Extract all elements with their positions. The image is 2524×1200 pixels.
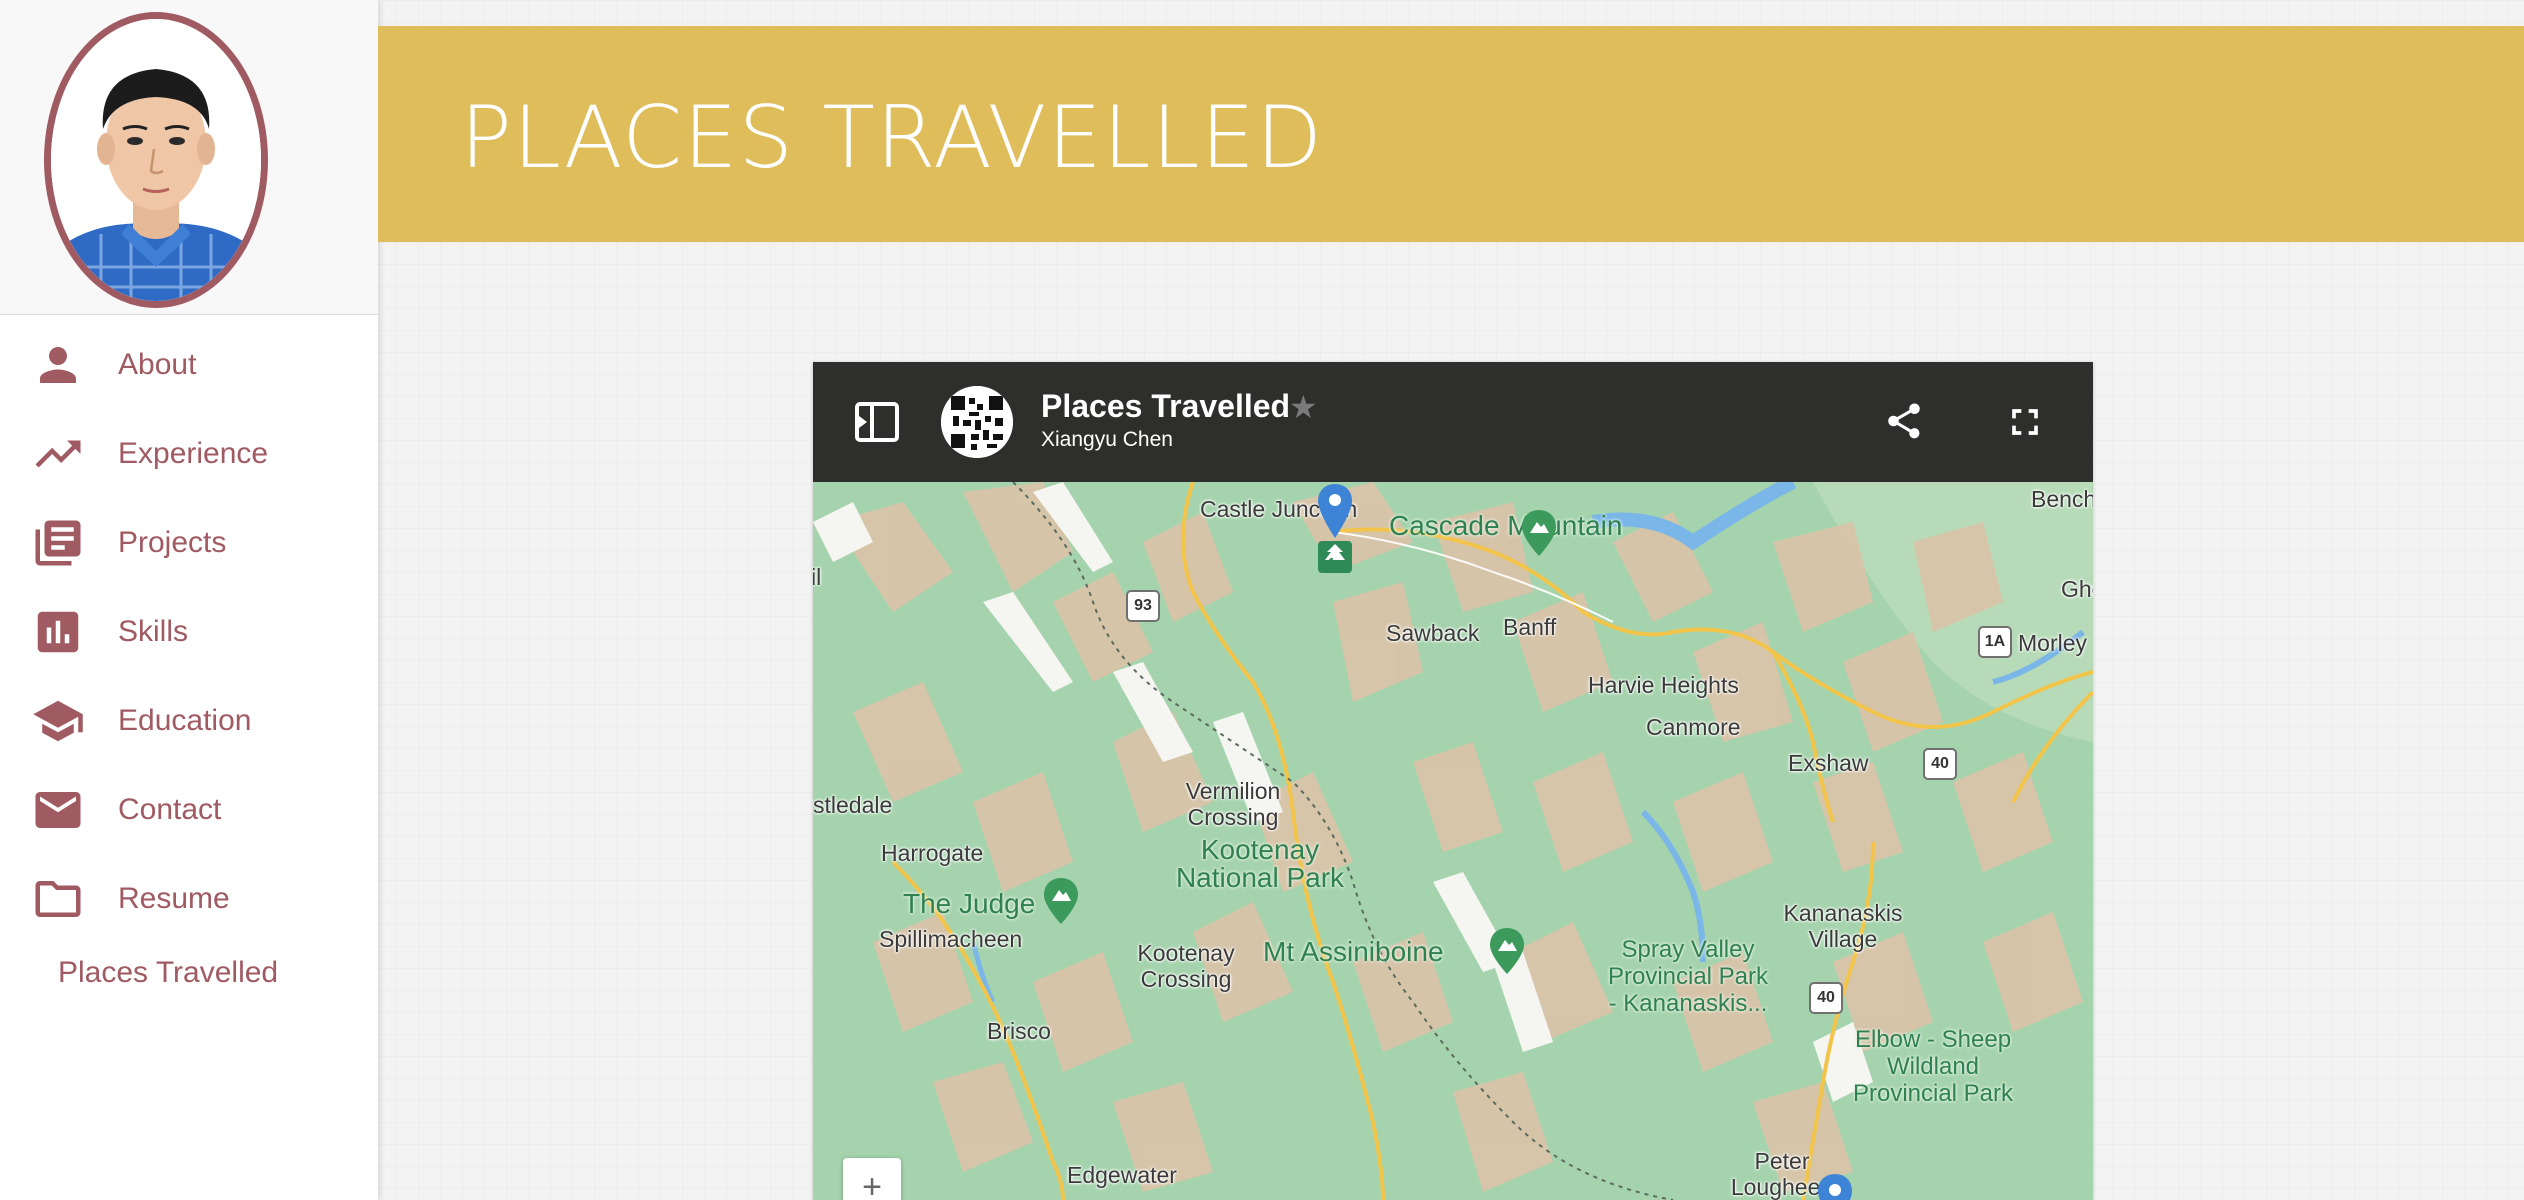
cascade-mountain-park-icon[interactable] <box>1519 508 1559 560</box>
nav-item-skills[interactable]: Skills <box>0 602 378 662</box>
shield-hwy-93: 93 <box>1126 590 1160 622</box>
location-pin-icon-2[interactable] <box>1815 1172 1855 1200</box>
nav-item-contact[interactable]: Contact <box>0 780 378 840</box>
nav-label-resume: Resume <box>118 882 230 915</box>
map-header: Places Travelled ★ Xiangyu Chen <box>813 362 2093 482</box>
library-books-icon <box>30 515 86 571</box>
the-judge-park-icon[interactable] <box>1041 876 1081 928</box>
nav-label-contact: Contact <box>118 793 222 826</box>
label-vermilion-crossing: Vermilion Crossing <box>1185 778 1281 830</box>
label-mt-assiniboine: Mt Assiniboine <box>1263 936 1444 967</box>
map-author: Xiangyu Chen <box>1041 428 1173 451</box>
map-owner-avatar <box>941 386 1013 458</box>
label-kootenay-np: Kootenay National Park <box>1175 834 1345 893</box>
label-il: il <box>813 564 822 590</box>
avatar-container <box>0 0 378 315</box>
label-kootenay-crossing: Kootenay Crossing <box>1137 940 1235 992</box>
label-harrogate: Harrogate <box>881 840 984 866</box>
nav-item-education[interactable]: Education <box>0 691 378 751</box>
label-spillimacheen: Spillimacheen <box>879 926 1023 952</box>
shield-hwy-40-b: 40 <box>1809 982 1843 1014</box>
star-icon[interactable]: ★ <box>1289 388 1318 426</box>
label-ghost: Gho <box>2061 576 2093 602</box>
label-elbow-sheep: Elbow - Sheep Wildland Provincial Park <box>1852 1026 2014 1107</box>
shield-hwy-40-a: 40 <box>1923 748 1957 780</box>
shield-hwy-1a: 1A <box>1978 626 2012 658</box>
page-title: PLACES TRAVELLED <box>460 88 1324 188</box>
label-cascade-mountain: Cascade Mountain <box>1389 510 1623 541</box>
map-title: Places Travelled <box>1041 388 1291 424</box>
nav-item-projects[interactable]: Projects <box>0 513 378 573</box>
zoom-in-button[interactable]: + <box>843 1158 901 1200</box>
avatar-portrait <box>51 19 261 301</box>
location-pin-icon[interactable] <box>1315 482 1355 542</box>
label-castledale: stledale <box>813 792 893 818</box>
folder-icon <box>30 871 86 927</box>
label-morley: Morley <box>2018 630 2088 656</box>
nav-label-projects: Projects <box>118 526 227 559</box>
avatar <box>44 12 268 308</box>
sidebar: About Experience Projects Skills Educati… <box>0 0 378 1200</box>
bar-chart-icon <box>30 604 86 660</box>
nav-label-about: About <box>118 348 197 381</box>
trending-up-icon <box>30 426 86 482</box>
label-brisco: Brisco <box>987 1018 1051 1044</box>
label-harvie-heights: Harvie Heights <box>1588 672 1739 698</box>
label-bench: Bench <box>2031 486 2093 512</box>
label-sawback: Sawback <box>1386 620 1480 646</box>
mt-assiniboine-park-icon[interactable] <box>1487 926 1527 978</box>
label-the-judge: The Judge <box>903 888 1036 919</box>
nav-item-about[interactable]: About <box>0 335 378 395</box>
nav-item-experience[interactable]: Experience <box>0 424 378 484</box>
nav-label-education: Education <box>118 704 252 737</box>
label-edgewater: Edgewater <box>1067 1162 1177 1188</box>
side-panel-icon[interactable] <box>855 402 899 442</box>
label-spray-valley: Spray Valley Provincial Park - Kananaski… <box>1607 936 1769 1017</box>
nav-label-skills: Skills <box>118 615 189 648</box>
graduation-cap-icon <box>30 693 86 749</box>
nav-label-experience: Experience <box>118 437 269 470</box>
map-embed[interactable]: Places Travelled ★ Xiangyu Chen Castle J… <box>813 362 2093 1200</box>
label-kananaskis-village: Kananaskis Village <box>1783 900 1903 952</box>
fullscreen-icon[interactable] <box>2003 400 2047 444</box>
share-icon[interactable] <box>1883 400 1925 442</box>
nav-item-resume[interactable]: Resume <box>0 869 378 929</box>
nav-item-places-travelled[interactable]: Places Travelled <box>58 956 278 990</box>
map-canvas[interactable]: Castle Junction Cascade Mountain Bench G… <box>813 482 2093 1200</box>
mail-icon <box>30 782 86 838</box>
label-canmore: Canmore <box>1646 714 1741 740</box>
marker-number: 1 <box>1328 555 1336 570</box>
label-exshaw: Exshaw <box>1788 750 1869 776</box>
page-banner: PLACES TRAVELLED <box>378 26 2524 242</box>
person-icon <box>30 337 86 393</box>
label-banff: Banff <box>1503 614 1557 640</box>
